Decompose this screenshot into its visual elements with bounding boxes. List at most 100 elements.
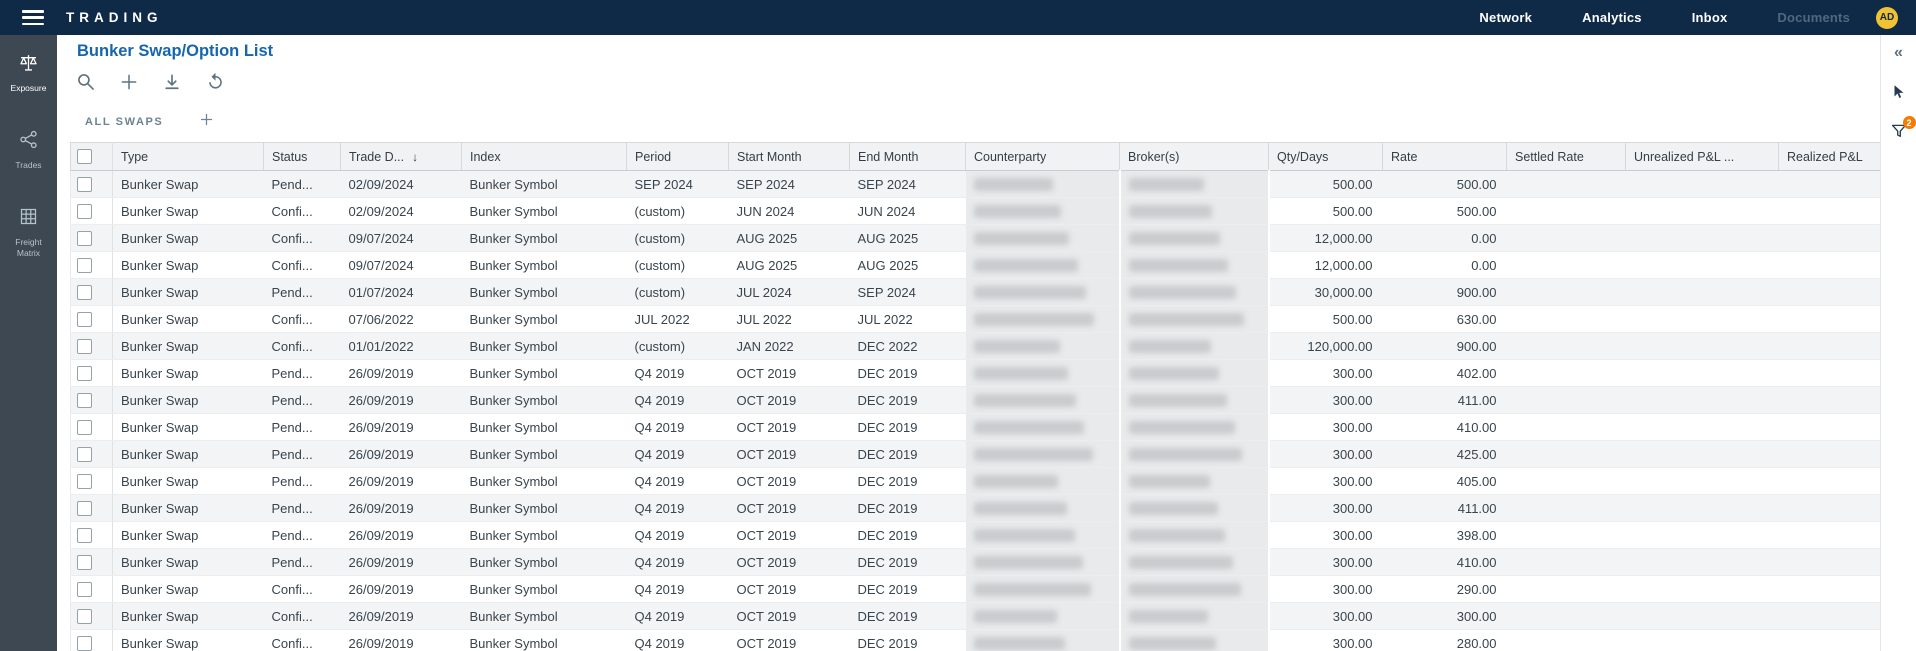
row-checkbox[interactable]	[77, 339, 92, 354]
cell-brokers	[1120, 576, 1269, 603]
cell-unrealized_pl	[1626, 549, 1779, 576]
table-row[interactable]: Bunker SwapPend...26/09/2019Bunker Symbo…	[71, 414, 1881, 441]
row-checkbox[interactable]	[77, 312, 92, 327]
row-checkbox[interactable]	[77, 285, 92, 300]
table-row[interactable]: Bunker SwapPend...26/09/2019Bunker Symbo…	[71, 468, 1881, 495]
row-checkbox[interactable]	[77, 636, 92, 651]
nav-item-network[interactable]: Network	[1479, 10, 1532, 25]
filter-button[interactable]: 2	[1890, 122, 1908, 145]
table-row[interactable]: Bunker SwapConfi...09/07/2024Bunker Symb…	[71, 225, 1881, 252]
table-row[interactable]: Bunker SwapPend...01/07/2024Bunker Symbo…	[71, 279, 1881, 306]
cell-status: Confi...	[264, 225, 341, 252]
table-row[interactable]: Bunker SwapConfi...07/06/2022Bunker Symb…	[71, 306, 1881, 333]
network-icon	[18, 129, 39, 155]
table-row[interactable]: Bunker SwapPend...26/09/2019Bunker Symbo…	[71, 522, 1881, 549]
cell-index: Bunker Symbol	[462, 171, 627, 198]
column-header-status[interactable]: Status	[264, 143, 341, 171]
nav-item-analytics[interactable]: Analytics	[1582, 10, 1642, 25]
redacted-value	[1129, 583, 1242, 596]
pointer-tool-button[interactable]	[1890, 83, 1908, 106]
table-row[interactable]: Bunker SwapPend...26/09/2019Bunker Symbo…	[71, 549, 1881, 576]
cell-rate: 398.00	[1383, 522, 1507, 549]
row-checkbox[interactable]	[77, 447, 92, 462]
column-header-start_month[interactable]: Start Month	[729, 143, 850, 171]
column-header-settled_rate[interactable]: Settled Rate	[1507, 143, 1626, 171]
add-button[interactable]	[118, 73, 140, 95]
sidebar-item-trades[interactable]: Trades	[0, 129, 57, 170]
cell-index: Bunker Symbol	[462, 279, 627, 306]
cell-brokers	[1120, 549, 1269, 576]
cell-period: Q4 2019	[627, 360, 729, 387]
column-header-type[interactable]: Type	[113, 143, 264, 171]
row-checkbox[interactable]	[77, 555, 92, 570]
cell-type: Bunker Swap	[113, 468, 264, 495]
column-header-trade_date[interactable]: Trade D...↓	[341, 143, 462, 171]
table-row[interactable]: Bunker SwapConfi...26/09/2019Bunker Symb…	[71, 603, 1881, 630]
plus-icon	[119, 72, 139, 97]
cell-realized_pl	[1779, 279, 1881, 306]
add-tab-button[interactable]	[199, 112, 214, 132]
tab-all-swaps[interactable]: ALL SWAPS	[85, 116, 163, 128]
cell-trade_date: 26/09/2019	[341, 468, 462, 495]
cell-end_month: JUL 2022	[850, 306, 966, 333]
table-row[interactable]: Bunker SwapPend...26/09/2019Bunker Symbo…	[71, 495, 1881, 522]
redacted-value	[1129, 286, 1236, 299]
row-checkbox[interactable]	[77, 177, 92, 192]
redacted-value	[1129, 367, 1219, 380]
cell-period: Q4 2019	[627, 468, 729, 495]
redacted-value	[974, 340, 1060, 353]
row-checkbox[interactable]	[77, 582, 92, 597]
collapse-panel-icon[interactable]: «	[1894, 45, 1903, 61]
cell-counterparty	[966, 279, 1120, 306]
avatar[interactable]: AD	[1876, 7, 1898, 29]
column-label: Trade D...	[349, 150, 404, 164]
column-header-realized_pl[interactable]: Realized P&L	[1779, 143, 1881, 171]
row-checkbox[interactable]	[77, 528, 92, 543]
table-row[interactable]: Bunker SwapConfi...02/09/2024Bunker Symb…	[71, 198, 1881, 225]
table-row[interactable]: Bunker SwapPend...02/09/2024Bunker Symbo…	[71, 171, 1881, 198]
column-header-select[interactable]	[71, 143, 113, 171]
table-row[interactable]: Bunker SwapConfi...09/07/2024Bunker Symb…	[71, 252, 1881, 279]
column-header-qty_days[interactable]: Qty/Days	[1269, 143, 1383, 171]
download-button[interactable]	[161, 73, 183, 95]
search-button[interactable]	[75, 73, 97, 95]
table-row[interactable]: Bunker SwapConfi...26/09/2019Bunker Symb…	[71, 576, 1881, 603]
table-row[interactable]: Bunker SwapPend...26/09/2019Bunker Symbo…	[71, 387, 1881, 414]
column-header-end_month[interactable]: End Month	[850, 143, 966, 171]
sidebar-item-exposure[interactable]: Exposure	[0, 52, 57, 93]
column-header-counterparty[interactable]: Counterparty	[966, 143, 1120, 171]
table-row[interactable]: Bunker SwapPend...26/09/2019Bunker Symbo…	[71, 360, 1881, 387]
row-checkbox[interactable]	[77, 204, 92, 219]
cell-type: Bunker Swap	[113, 441, 264, 468]
cell-settled_rate	[1507, 414, 1626, 441]
column-header-unrealized_pl[interactable]: Unrealized P&L ...	[1626, 143, 1779, 171]
row-checkbox[interactable]	[77, 501, 92, 516]
sidebar-item-freight-matrix[interactable]: Freight Matrix	[0, 206, 57, 257]
row-checkbox[interactable]	[77, 258, 92, 273]
cell-realized_pl	[1779, 468, 1881, 495]
cell-start_month: OCT 2019	[729, 414, 850, 441]
column-header-period[interactable]: Period	[627, 143, 729, 171]
column-header-rate[interactable]: Rate	[1383, 143, 1507, 171]
row-checkbox[interactable]	[77, 231, 92, 246]
cell-qty_days: 500.00	[1269, 171, 1383, 198]
row-checkbox[interactable]	[77, 474, 92, 489]
redacted-value	[974, 421, 1085, 434]
column-header-index[interactable]: Index	[462, 143, 627, 171]
table-row[interactable]: Bunker SwapConfi...26/09/2019Bunker Symb…	[71, 630, 1881, 651]
cell-brokers	[1120, 252, 1269, 279]
nav-item-documents[interactable]: Documents	[1777, 10, 1850, 25]
column-header-brokers[interactable]: Broker(s)	[1120, 143, 1269, 171]
cell-start_month: JUN 2024	[729, 198, 850, 225]
table-row[interactable]: Bunker SwapConfi...01/01/2022Bunker Symb…	[71, 333, 1881, 360]
nav-item-inbox[interactable]: Inbox	[1692, 10, 1728, 25]
select-all-checkbox[interactable]	[77, 149, 92, 164]
reset-button[interactable]	[204, 73, 226, 95]
row-checkbox[interactable]	[77, 393, 92, 408]
table-row[interactable]: Bunker SwapPend...26/09/2019Bunker Symbo…	[71, 441, 1881, 468]
redacted-value	[974, 178, 1053, 191]
row-checkbox[interactable]	[77, 609, 92, 624]
menu-icon[interactable]	[22, 10, 44, 25]
row-checkbox[interactable]	[77, 366, 92, 381]
row-checkbox[interactable]	[77, 420, 92, 435]
